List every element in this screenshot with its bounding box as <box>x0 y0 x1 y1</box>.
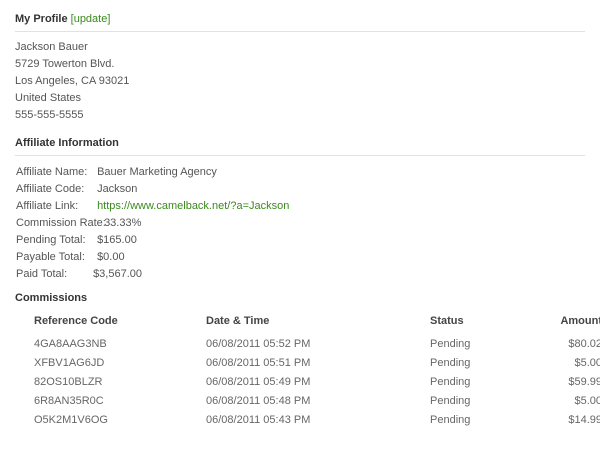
date-time-cell: 06/08/2011 05:51 PM <box>206 356 311 369</box>
affiliate-header: Affiliate Information <box>15 137 585 156</box>
affiliate-title: Affiliate Information <box>15 137 119 149</box>
status-cell: Pending <box>430 356 471 369</box>
date-time-cell: 06/08/2011 05:48 PM <box>206 394 311 407</box>
profile-city: Los Angeles, CA 93021 <box>15 75 130 87</box>
affiliate-name-label: Affiliate Name: <box>16 166 88 178</box>
reference-code-cell: XFBV1AG6JD <box>34 356 105 369</box>
amount-cell: $80.02 <box>568 337 600 350</box>
status-cell: Pending <box>430 413 471 426</box>
paid-total-label: Paid Total: <box>16 268 68 280</box>
affiliate-code-value: Jackson <box>97 183 138 195</box>
affiliate-code-label: Affiliate Code: <box>16 183 85 195</box>
payable-total-value: $0.00 <box>97 251 125 263</box>
profile-name: Jackson Bauer <box>15 41 88 53</box>
profile-street: 5729 Towerton Blvd. <box>15 58 115 70</box>
status-cell: Pending <box>430 375 471 388</box>
date-time-cell: 06/08/2011 05:52 PM <box>206 337 311 350</box>
affiliate-name-value: Bauer Marketing Agency <box>97 166 217 178</box>
paid-total-value: $3,567.00 <box>93 268 142 280</box>
reference-code-cell: 4GA8AAG3NB <box>34 337 107 350</box>
status-cell: Pending <box>430 394 471 407</box>
date-time-cell: 06/08/2011 05:49 PM <box>206 375 311 388</box>
table-row[interactable]: 6R8AN35R0C 06/08/2011 05:48 PM Pending $… <box>34 391 600 410</box>
amount-cell: $5.00 <box>574 394 600 407</box>
commissions-table: Reference Code Date & Time Status Amount… <box>34 314 600 429</box>
commission-rate-label: Commission Rate: <box>16 217 106 229</box>
status-cell: Pending <box>430 337 471 350</box>
col-amount[interactable]: Amount <box>526 314 600 334</box>
amount-cell: $59.99 <box>568 375 600 388</box>
table-row[interactable]: 82OS10BLZR 06/08/2011 05:49 PM Pending $… <box>34 372 600 391</box>
affiliate-link[interactable]: https://www.camelback.net/?a=Jackson <box>97 198 289 215</box>
col-status[interactable]: Status <box>430 314 526 334</box>
profile-phone: 555-555-5555 <box>15 109 84 121</box>
reference-code-cell: 82OS10BLZR <box>34 375 103 388</box>
profile-header: My Profile [update] <box>15 13 585 32</box>
update-profile-link[interactable]: [update] <box>71 13 111 25</box>
pending-total-value: $165.00 <box>97 234 137 246</box>
paid-total-row: Paid Total: $3,567.00 <box>15 266 585 283</box>
commission-rate-row: Commission Rate: 33.33% <box>15 215 585 232</box>
affiliate-name-row: Affiliate Name: Bauer Marketing Agency <box>15 164 585 181</box>
affiliate-link-label: Affiliate Link: <box>16 200 79 212</box>
payable-total-row: Payable Total: $0.00 <box>15 249 585 266</box>
affiliate-code-row: Affiliate Code: Jackson <box>15 181 585 198</box>
pending-total-row: Pending Total: $165.00 <box>15 232 585 249</box>
col-date-time[interactable]: Date & Time <box>206 314 430 334</box>
affiliate-info: Affiliate Name: Bauer Marketing Agency A… <box>15 164 585 283</box>
profile-country: United States <box>15 92 82 104</box>
profile-title: My Profile <box>15 13 68 25</box>
col-reference-code[interactable]: Reference Code <box>34 314 206 334</box>
commissions-title: Commissions <box>15 292 88 304</box>
payable-total-label: Payable Total: <box>16 251 85 263</box>
reference-code-cell: O5K2M1V6OG <box>34 413 108 426</box>
pending-total-label: Pending Total: <box>16 234 86 246</box>
table-row[interactable]: O5K2M1V6OG 06/08/2011 05:43 PM Pending $… <box>34 410 600 429</box>
reference-code-cell: 6R8AN35R0C <box>34 394 104 407</box>
table-row[interactable]: 4GA8AAG3NB 06/08/2011 05:52 PM Pending $… <box>34 334 600 353</box>
amount-cell: $14.99 <box>568 413 600 426</box>
date-time-cell: 06/08/2011 05:43 PM <box>206 413 311 426</box>
profile-address: Jackson Bauer 5729 Towerton Blvd. Los An… <box>15 32 585 124</box>
affiliate-link-row: Affiliate Link: https://www.camelback.ne… <box>15 198 585 215</box>
amount-cell: $5.00 <box>574 356 600 369</box>
table-row[interactable]: XFBV1AG6JD 06/08/2011 05:51 PM Pending $… <box>34 353 600 372</box>
table-header-row: Reference Code Date & Time Status Amount <box>34 314 600 334</box>
commission-rate-value: 33.33% <box>104 217 142 229</box>
